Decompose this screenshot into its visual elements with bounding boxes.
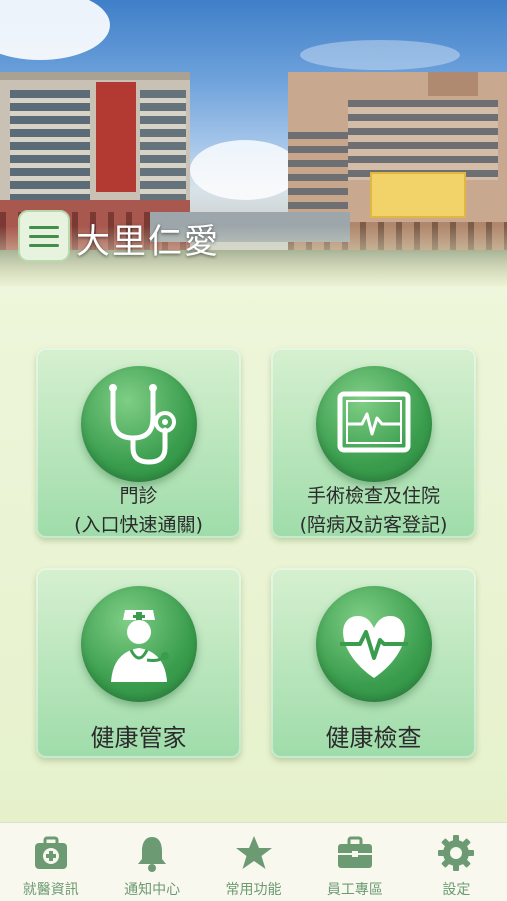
bell-icon xyxy=(138,837,167,872)
tab-favorites-label: 常用功能 xyxy=(225,882,282,898)
header-banner: 大里仁愛 xyxy=(0,0,507,286)
cloud xyxy=(300,40,460,70)
outpatient-card[interactable]: 門診 (入口快速通關) xyxy=(36,348,241,538)
heart-pulse-icon xyxy=(316,586,432,702)
star-icon xyxy=(235,836,272,869)
billboard xyxy=(370,172,466,218)
medical-kit-icon xyxy=(34,836,67,869)
surgery-inpatient-card[interactable]: 手術檢查及住院 (陪病及訪客登記) xyxy=(271,348,476,538)
cloud xyxy=(0,0,110,60)
tab-staff-area[interactable]: 員工專區 xyxy=(304,823,405,901)
tab-settings[interactable]: 設定 xyxy=(406,823,507,901)
nurse-icon xyxy=(81,586,197,702)
heart-monitor-icon xyxy=(316,366,432,482)
app-title: 大里仁愛 xyxy=(76,222,220,262)
tab-settings-label: 設定 xyxy=(442,882,471,898)
hamburger-menu-button[interactable] xyxy=(18,210,70,262)
health-steward-label: 健康管家 xyxy=(90,724,187,752)
tab-staff-area-label: 員工專區 xyxy=(326,882,383,898)
briefcase-icon xyxy=(337,836,372,868)
main-menu-grid: 門診 (入口快速通關) 手術檢查及住院 (陪病及訪客登記) 健康管家 健康檢查 xyxy=(0,286,507,822)
hamburger-menu-icon xyxy=(29,225,59,229)
gear-icon xyxy=(438,835,475,871)
tab-notifications-label: 通知中心 xyxy=(124,882,181,898)
outpatient-title: 門診 xyxy=(119,485,158,507)
bottom-tab-bar: 就醫資訊 通知中心 常用功能 員工專區 設定 xyxy=(0,822,507,901)
health-checkup-card[interactable]: 健康檢查 xyxy=(271,568,476,758)
tab-notifications[interactable]: 通知中心 xyxy=(101,823,202,901)
tab-medical-info-label: 就醫資訊 xyxy=(22,882,79,898)
surgery-subtitle: (陪病及訪客登記) xyxy=(299,514,448,536)
health-steward-card[interactable]: 健康管家 xyxy=(36,568,241,758)
surgery-title: 手術檢查及住院 xyxy=(306,485,440,507)
health-checkup-label: 健康檢查 xyxy=(325,724,422,752)
tab-favorites[interactable]: 常用功能 xyxy=(203,823,304,901)
cloud xyxy=(190,140,300,200)
outpatient-subtitle: (入口快速通關) xyxy=(74,514,203,536)
tab-medical-info[interactable]: 就醫資訊 xyxy=(0,823,101,901)
stethoscope-icon xyxy=(81,366,197,482)
